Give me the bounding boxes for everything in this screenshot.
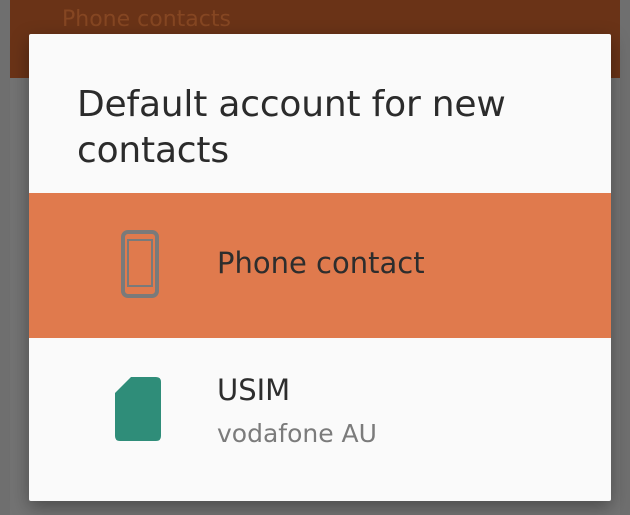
background-header-text: Phone contacts	[62, 7, 231, 32]
dialog-title: Default account for new contacts	[77, 84, 506, 171]
usim-label: USIM	[217, 373, 291, 407]
phone-contact-label: Phone contact	[217, 246, 425, 280]
default-account-dialog: Default account for new contacts Phone c…	[29, 34, 611, 501]
usim-option[interactable]: USIM vodafone AU	[29, 338, 611, 483]
sim-card-icon	[115, 377, 161, 441]
phone-contact-option[interactable]: Phone contact	[29, 193, 611, 338]
usim-carrier: vodafone AU	[217, 419, 377, 448]
smartphone-icon	[121, 230, 159, 298]
